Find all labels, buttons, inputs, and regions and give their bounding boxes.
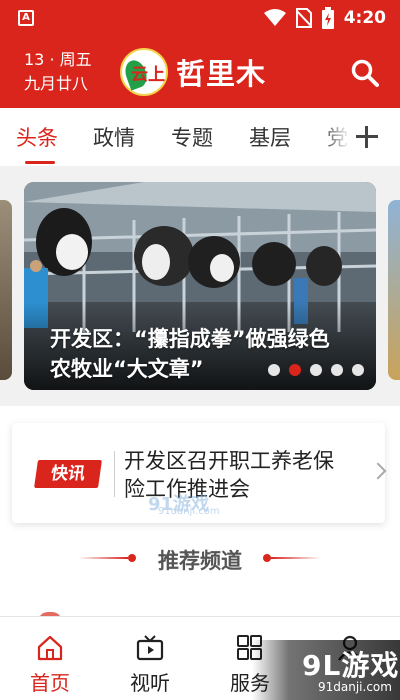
- nav-home-label: 首页: [30, 671, 70, 695]
- carousel-next-slide[interactable]: [388, 200, 400, 380]
- logo-title: 哲里木: [176, 57, 267, 91]
- tab-headlines[interactable]: 头条: [16, 122, 58, 152]
- date-line-lunar: 九月廿八: [24, 74, 89, 93]
- news-flash-badge: 快讯: [34, 460, 102, 488]
- nav-home[interactable]: 首页: [0, 617, 100, 700]
- divider: [78, 557, 128, 559]
- channel-tabs: 头条 政情 专题 基层 党: [0, 108, 400, 166]
- tv-play-icon: [136, 635, 164, 661]
- date-line-weekday: 13 · 周五: [24, 50, 92, 69]
- bullet-dot-icon: [263, 554, 271, 562]
- status-bar: A 4:20: [0, 0, 400, 36]
- carousel-dot[interactable]: [352, 364, 364, 376]
- bullet-dot-icon: [128, 554, 136, 562]
- divider: [114, 451, 115, 497]
- carousel-dot[interactable]: [331, 364, 343, 376]
- carousel-dot[interactable]: [268, 364, 280, 376]
- app-logo: 云上 哲里木: [120, 48, 266, 96]
- wifi-icon: [263, 9, 286, 26]
- active-tab-indicator: [25, 161, 55, 164]
- date-display: 13 · 周五 九月廿八: [24, 48, 92, 96]
- carousel-dots: [268, 364, 364, 376]
- tab-topics[interactable]: 专题: [171, 122, 213, 152]
- carousel-dot-active[interactable]: [289, 364, 301, 376]
- app-screen: A 4:20 13 · 周五 九月廿八 云上 哲里木 头条 政情 专题 基层 开…: [0, 0, 400, 700]
- carousel-banner[interactable]: 开发区：“攥指成拳”做强绿色农牧业“大文章”: [24, 182, 376, 390]
- plus-icon[interactable]: [350, 120, 390, 154]
- logo-badge-icon: 云上: [120, 48, 168, 96]
- logo-badge-text: 云上: [131, 64, 165, 85]
- no-sim-icon: [295, 8, 312, 28]
- nav-media-label: 视听: [130, 671, 170, 695]
- tab-grassroots[interactable]: 基层: [249, 122, 291, 152]
- recommended-channels-header: 推荐频道: [0, 540, 400, 576]
- battery-icon: [321, 7, 334, 29]
- watermark-corner: 9L游戏 91danji.com: [252, 640, 400, 700]
- app-a-icon: A: [18, 10, 34, 26]
- carousel-dot[interactable]: [310, 364, 322, 376]
- nav-media[interactable]: 视听: [100, 617, 200, 700]
- search-button[interactable]: [350, 58, 380, 88]
- app-header: 13 · 周五 九月廿八 云上 哲里木: [0, 36, 400, 108]
- section-title: 推荐频道: [158, 549, 242, 573]
- carousel-area: 开发区：“攥指成拳”做强绿色农牧业“大文章”: [0, 166, 400, 406]
- status-time: 4:20: [343, 8, 386, 28]
- tab-politics[interactable]: 政情: [93, 122, 135, 152]
- search-icon: [351, 59, 379, 87]
- home-icon: [37, 635, 63, 661]
- chevron-right-icon: [369, 462, 387, 480]
- watermark-small: 91游戏 91danji.com: [148, 494, 220, 517]
- divider: [271, 557, 321, 559]
- carousel-prev-slide[interactable]: [0, 200, 12, 380]
